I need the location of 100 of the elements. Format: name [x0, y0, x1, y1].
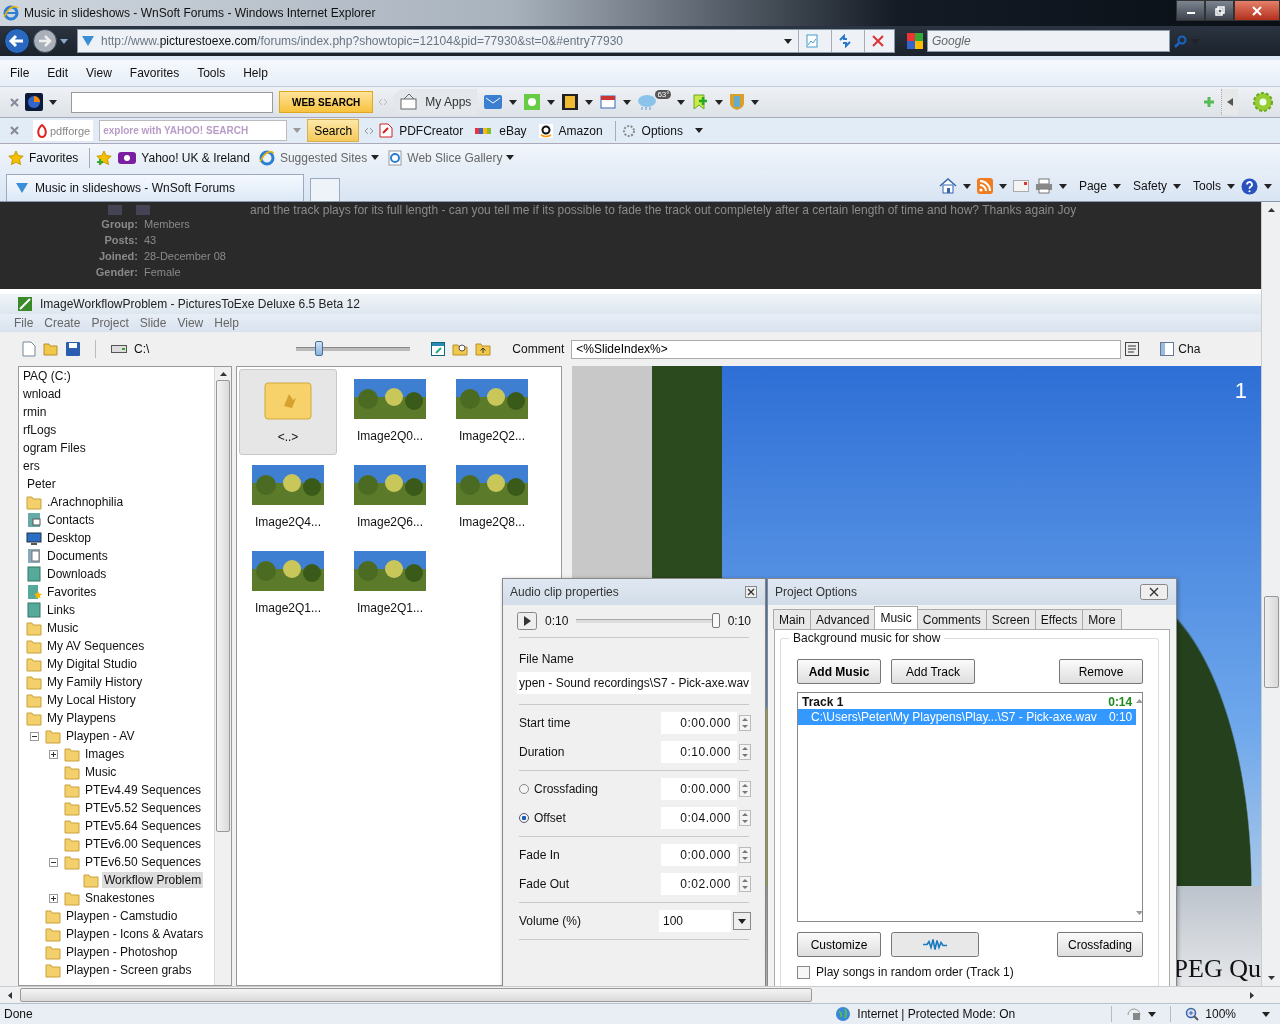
collapse-icon[interactable] — [29, 731, 39, 741]
time-field[interactable]: 0:00.000 — [661, 844, 737, 866]
menu-item[interactable]: Tools — [191, 66, 232, 80]
spinner-arrows-icon[interactable] — [739, 810, 751, 826]
dropdown-arrow-icon[interactable] — [677, 99, 686, 105]
radio-option[interactable]: Crossfading — [519, 782, 599, 796]
compatibility-view-icon[interactable] — [805, 34, 819, 48]
print-icon[interactable] — [1034, 178, 1053, 194]
dropdown-arrow-icon[interactable] — [371, 155, 380, 160]
folder-up-icon[interactable] — [475, 342, 492, 356]
restore-icon[interactable] — [1214, 5, 1225, 16]
dropdown-arrow-icon[interactable] — [623, 99, 632, 105]
menu-item[interactable]: Project — [91, 316, 129, 330]
dropdown-arrow-icon[interactable] — [49, 99, 57, 105]
mail-icon[interactable] — [1012, 180, 1029, 192]
menu-item[interactable]: Favorites — [123, 66, 186, 80]
address-field[interactable]: http://www.picturestoexe.com/forums/index.php?showtopic=12104&pid=77930&st=0&#entry77930 — [77, 29, 895, 53]
browse-folder-icon[interactable] — [452, 342, 469, 356]
expand-icon[interactable] — [48, 749, 58, 759]
dropdown-arrow-icon[interactable] — [1227, 183, 1235, 189]
volume-dropdown[interactable]: 100 — [659, 910, 731, 932]
command-menu[interactable]: Tools — [1193, 179, 1221, 193]
time-field[interactable]: 0:00.000 — [661, 712, 737, 734]
lock-icon[interactable] — [1126, 1007, 1143, 1021]
command-menu[interactable]: Page — [1078, 179, 1107, 193]
tree-item[interactable]: ogram Files — [21, 440, 88, 456]
web-slice-icon[interactable] — [388, 149, 403, 166]
tree-item[interactable]: Music — [83, 764, 119, 780]
tab[interactable]: Advanced — [810, 609, 876, 629]
menu-item[interactable]: File — [14, 316, 34, 330]
yahoo-search-field[interactable]: explore with YAHOO! SEARCH — [99, 120, 288, 141]
letter-a-icon[interactable] — [538, 123, 553, 138]
tree-item[interactable]: Workflow Problem — [102, 872, 204, 888]
star-icon[interactable] — [8, 149, 24, 166]
scroll-left-icon[interactable] — [8, 991, 12, 999]
scroll-down-icon[interactable] — [1267, 976, 1275, 980]
tree-item[interactable]: rmin — [21, 404, 49, 420]
dialog-button[interactable]: Add Track — [891, 659, 975, 684]
thumbnail[interactable]: Image2Q8... — [443, 455, 541, 541]
gear-icon[interactable] — [621, 123, 636, 138]
dropdown-arrow-icon[interactable] — [1148, 1011, 1157, 1017]
my-apps-button[interactable]: My Apps — [393, 89, 478, 115]
menu-item[interactable]: Edit — [41, 66, 75, 80]
scroll-up-icon[interactable] — [219, 372, 227, 376]
slider-thumb[interactable] — [711, 613, 720, 628]
tree-item[interactable]: My Playpens — [45, 710, 118, 726]
mail-icon[interactable] — [483, 93, 504, 111]
menu-item[interactable]: File — [4, 66, 36, 80]
time-field[interactable]: 0:10.000 — [661, 741, 737, 763]
crossfading-button[interactable]: Crossfading — [1056, 932, 1143, 957]
tree-item[interactable]: wnload — [21, 386, 64, 402]
dropdown-arrow-icon[interactable] — [509, 99, 518, 105]
menu-item[interactable]: Slide — [139, 316, 167, 330]
dropdown-arrow-icon[interactable] — [962, 183, 971, 189]
tree-item[interactable]: PTEv6.50 Sequences — [83, 854, 204, 870]
time-field[interactable]: 0:00.000 — [661, 778, 737, 800]
spinner-arrows-icon[interactable] — [739, 781, 751, 797]
toolbar-link[interactable]: eBay — [499, 123, 527, 138]
tree-item[interactable]: rfLogs — [21, 422, 59, 438]
tree-item[interactable]: My Family History — [45, 674, 145, 690]
tab[interactable]: Music — [874, 606, 918, 629]
tab[interactable]: Main — [773, 609, 811, 629]
dropdown-arrow-icon[interactable] — [694, 128, 703, 133]
menu-item[interactable]: View — [80, 66, 118, 80]
dropdown-arrow-icon[interactable] — [60, 38, 68, 44]
dropdown-arrow-icon[interactable] — [1262, 1011, 1270, 1017]
tree-item[interactable]: Desktop — [45, 530, 94, 546]
radio-option[interactable]: Offset — [519, 811, 566, 825]
tree-item[interactable]: My Digital Studio — [45, 656, 140, 672]
menu-item[interactable]: Create — [44, 316, 81, 330]
toolbar-link[interactable]: Amazon — [558, 123, 603, 138]
tree-item[interactable]: Documents — [45, 548, 110, 564]
spinner-arrows-icon[interactable] — [739, 847, 751, 863]
expand-icon[interactable] — [48, 893, 58, 903]
dropdown-arrow-icon[interactable] — [585, 99, 594, 105]
comment-field[interactable]: <%SlideIndex%> — [571, 339, 1122, 359]
tree-item[interactable]: Favorites — [45, 584, 99, 600]
dropdown-arrow-icon[interactable] — [998, 183, 1007, 189]
tab[interactable]: More — [1082, 609, 1122, 629]
back-button-icon[interactable] — [4, 28, 30, 54]
dropdown-arrow-icon[interactable] — [1264, 183, 1272, 189]
search-button[interactable]: Search — [307, 119, 360, 142]
seek-slider[interactable] — [576, 613, 720, 629]
spinner-arrows-icon[interactable] — [739, 744, 751, 760]
chevron-left-icon[interactable] — [1227, 98, 1233, 106]
favorites-link[interactable]: Web Slice Gallery — [407, 150, 515, 165]
dropdown-arrow-icon[interactable] — [751, 99, 760, 105]
scrollbar[interactable] — [1261, 202, 1280, 986]
checkbox[interactable] — [797, 965, 810, 979]
thumbnail-size-slider[interactable] — [296, 341, 411, 357]
document-icon[interactable] — [1125, 342, 1140, 356]
tree-item[interactable]: Playpen - Photoshop — [64, 944, 180, 960]
dropdown-arrow-icon[interactable] — [1058, 183, 1067, 189]
tab[interactable]: Effects — [1034, 609, 1084, 629]
forward-button-icon[interactable] — [33, 29, 57, 53]
dropdown-arrow-icon[interactable] — [547, 99, 556, 105]
yahoo-logo-icon[interactable] — [118, 151, 137, 164]
customize-button[interactable]: Customize — [797, 932, 881, 957]
favorites-link[interactable]: Yahoo! UK & Ireland — [141, 150, 250, 165]
thumbnail[interactable]: Image2Q1... — [341, 541, 439, 627]
